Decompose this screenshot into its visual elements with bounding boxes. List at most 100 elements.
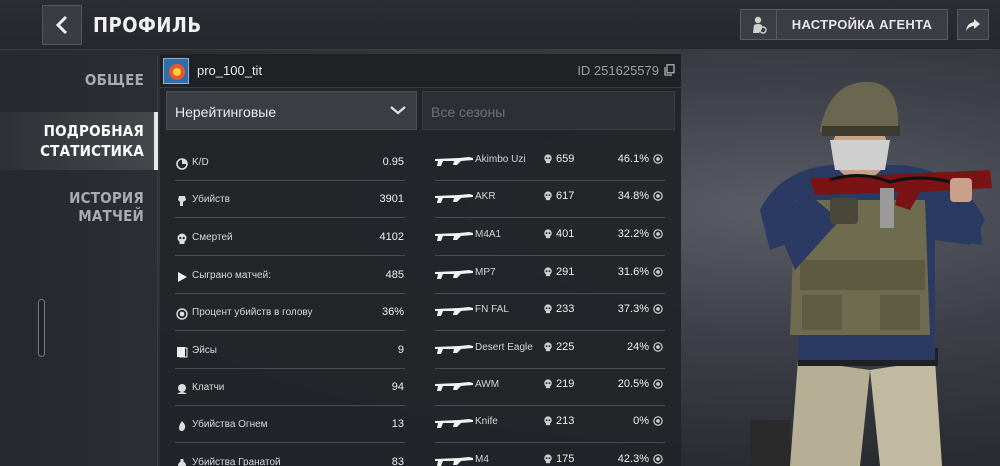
sidebar-item-general[interactable]: ОБЩЕЕ: [0, 71, 158, 95]
weapon-icon: [435, 382, 473, 391]
sidebar-item-match-history[interactable]: ИСТОРИЯ МАТЧЕЙ: [0, 189, 158, 225]
skull-icon: [175, 232, 189, 246]
page-title: ПРОФИЛЬ: [93, 13, 202, 37]
stat-value: 485: [385, 269, 404, 281]
headshot-icon: [175, 307, 189, 321]
stat-row-aces: Эйсы 9: [175, 332, 405, 369]
weapon-row: AWM 219 20.5%: [435, 369, 665, 406]
weapon-icon: [435, 232, 473, 241]
top-bar: ПРОФИЛЬ НАСТРОЙКА АГЕНТА: [0, 0, 1000, 50]
weapon-headshot-rate: 34.8%: [617, 190, 649, 202]
ace-icon: [175, 345, 189, 359]
stat-label: Процент убийств в голову: [192, 307, 313, 318]
stat-value: 3901: [379, 193, 404, 205]
stat-row-matches: Сыграно матчей: 485: [175, 257, 405, 294]
kills-icon: [175, 194, 189, 208]
stat-label: Убийства Гранатой: [192, 457, 281, 466]
copy-icon[interactable]: [664, 64, 675, 76]
agent-settings-label: НАСТРОЙКА АГЕНТА: [791, 17, 933, 32]
weapon-name: M4A1: [475, 229, 502, 240]
skull-icon: [544, 229, 552, 239]
weapon-kills: 225: [556, 341, 575, 353]
headshot-icon: [653, 154, 663, 164]
stat-row-kd: K/D 0.95: [175, 144, 405, 181]
season-select[interactable]: Все сезоны: [422, 91, 675, 130]
scrollbar[interactable]: [38, 299, 45, 357]
kd-icon: [175, 157, 189, 171]
weapon-name: AKR: [475, 191, 496, 202]
weapon-headshot-rate: 24%: [626, 341, 649, 353]
stat-value: 13: [391, 418, 404, 430]
skull-icon: [544, 304, 552, 314]
avatar[interactable]: [163, 58, 189, 84]
weapon-row: MP7 291 31.6%: [435, 257, 665, 294]
weapon-name: FN FAL: [475, 304, 509, 315]
stat-row-headshot: Процент убийств в голову 36%: [175, 294, 405, 331]
weapon-kills: 401: [556, 228, 575, 240]
share-button[interactable]: [957, 9, 989, 40]
weapon-kills: 659: [556, 153, 575, 165]
stat-row-clutches: Клатчи 94: [175, 369, 405, 406]
chevron-left-icon: [55, 15, 68, 35]
sidebar-item-label: ПОДРОБНАЯ СТАТИСТИКА: [40, 122, 144, 160]
headshot-icon: [653, 416, 663, 426]
headshot-icon: [653, 191, 663, 201]
chevron-down-icon: [390, 106, 406, 115]
weapon-row: FN FAL 233 37.3%: [435, 294, 665, 331]
headshot-icon: [653, 379, 663, 389]
clutch-icon: [175, 382, 189, 396]
weapon-headshot-rate: 0%: [633, 415, 649, 427]
stat-label: Сыграно матчей:: [192, 270, 271, 281]
weapon-row: M4A1 401 32.2%: [435, 219, 665, 256]
headshot-icon: [653, 267, 663, 277]
agent-icon: [741, 10, 777, 39]
weapon-headshot-rate: 32.2%: [617, 228, 649, 240]
weapon-headshot-rate: 20.5%: [617, 378, 649, 390]
skull-icon: [544, 267, 552, 277]
stat-value: 83: [391, 456, 404, 466]
weapon-name: AWM: [475, 379, 500, 390]
skull-icon: [544, 154, 552, 164]
sidebar-item-detailed-stats[interactable]: ПОДРОБНАЯ СТАТИСТИКА: [0, 112, 158, 170]
stat-value: 36%: [381, 306, 404, 318]
weapon-kills: 213: [556, 415, 575, 427]
stat-value: 0.95: [382, 156, 404, 168]
weapon-kills: 291: [556, 266, 575, 278]
skull-icon: [544, 416, 552, 426]
season-select-placeholder: Все сезоны: [431, 104, 506, 120]
weapon-icon: [435, 194, 473, 203]
stat-label: K/D: [192, 157, 209, 168]
headshot-icon: [653, 304, 663, 314]
weapon-icon: [435, 419, 473, 428]
headshot-icon: [653, 342, 663, 352]
player-id: ID 251625579: [577, 63, 659, 78]
weapon-kills: 233: [556, 303, 575, 315]
weapon-name: Akimbo Uzi: [475, 154, 526, 165]
sidebar: ОБЩЕЕ ПОДРОБНАЯ СТАТИСТИКА ИСТОРИЯ МАТЧЕ…: [0, 55, 158, 466]
back-button[interactable]: [42, 5, 82, 45]
stat-value: 94: [391, 381, 404, 393]
grenade-icon: [175, 457, 189, 466]
fire-icon: [175, 419, 189, 433]
play-icon: [175, 270, 189, 284]
mode-select[interactable]: Нерейтинговые: [166, 91, 417, 130]
agent-settings-button[interactable]: НАСТРОЙКА АГЕНТА: [740, 9, 948, 40]
stats-panel: pro_100_tit ID 251625579 Нерейтинговые В…: [160, 54, 681, 466]
stat-row-grenade-kills: Убийства Гранатой 83: [175, 444, 405, 466]
weapon-headshot-rate: 31.6%: [617, 266, 649, 278]
stat-row-fire-kills: Убийства Огнем 13: [175, 406, 405, 443]
headshot-icon: [653, 454, 663, 464]
weapon-row: Knife 213 0%: [435, 406, 665, 443]
stat-label: Эйсы: [192, 345, 217, 356]
weapon-kills: 175: [556, 453, 575, 465]
weapon-headshot-rate: 42.3%: [617, 453, 649, 465]
agent-character-art: [750, 81, 992, 466]
weapon-name: Desert Eagle: [475, 342, 533, 353]
headshot-icon: [653, 229, 663, 239]
skull-icon: [544, 379, 552, 389]
sidebar-item-label: ОБЩЕЕ: [84, 71, 144, 89]
weapon-icon: [435, 345, 473, 354]
weapon-icon: [435, 157, 473, 166]
stat-label: Смертей: [192, 232, 233, 243]
weapon-icon: [435, 270, 473, 279]
